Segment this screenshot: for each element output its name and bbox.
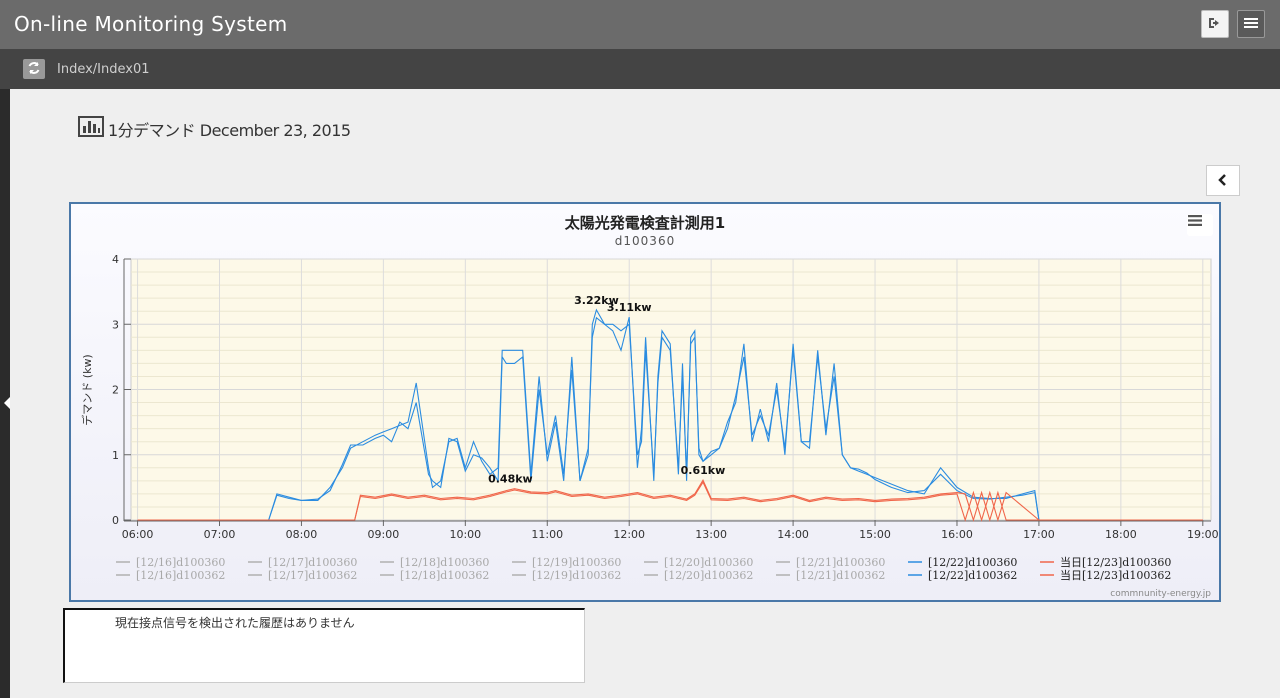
menu-button[interactable] bbox=[1237, 10, 1265, 38]
legend-item: 当日[12/23]d100360 bbox=[1060, 555, 1171, 569]
legend-item: [12/20]d100360 bbox=[664, 556, 753, 569]
legend-item: [12/18]d100360 bbox=[400, 556, 489, 569]
sidebar-rail[interactable] bbox=[0, 89, 10, 698]
legend-item: [12/20]d100362 bbox=[664, 569, 753, 582]
legend-item: [12/17]d100360 bbox=[268, 556, 357, 569]
x-tick-label: 17:00 bbox=[1023, 528, 1055, 541]
y-tick-label: 0 bbox=[112, 514, 119, 527]
x-tick-label: 12:00 bbox=[613, 528, 645, 541]
x-tick-label: 16:00 bbox=[941, 528, 973, 541]
refresh-button[interactable] bbox=[23, 59, 45, 79]
y-axis-label: デマンド (kw) bbox=[80, 354, 94, 425]
top-bar: On-line Monitoring System bbox=[0, 0, 1280, 49]
refresh-icon bbox=[27, 60, 41, 79]
y-tick-label: 3 bbox=[112, 318, 119, 331]
x-tick-label: 15:00 bbox=[859, 528, 891, 541]
data-label: 0.48kw bbox=[488, 473, 533, 486]
x-tick-label: 18:00 bbox=[1105, 528, 1137, 541]
legend-item: [12/21]d100362 bbox=[796, 569, 885, 582]
legend-item: [12/22]d100362 bbox=[928, 569, 1017, 582]
hamburger-icon bbox=[1243, 15, 1259, 34]
x-tick-label: 14:00 bbox=[777, 528, 809, 541]
legend-item: [12/16]d100362 bbox=[136, 569, 225, 582]
logout-button[interactable] bbox=[1201, 10, 1229, 38]
x-tick-label: 07:00 bbox=[204, 528, 236, 541]
chart-menu-button[interactable] bbox=[1187, 214, 1213, 236]
chart-title: 太陽光発電検査計測用1 bbox=[565, 214, 725, 232]
legend-item: [12/19]d100360 bbox=[532, 556, 621, 569]
legend-item: [12/18]d100362 bbox=[400, 569, 489, 582]
page-title: 1分デマンド December 23, 2015 bbox=[108, 121, 351, 140]
no-history-message: 現在接点信号を検出された履歴はありません bbox=[115, 616, 355, 630]
legend-item: [12/17]d100362 bbox=[268, 569, 357, 582]
sidebar-toggle-icon[interactable] bbox=[4, 397, 10, 409]
chevron-left-icon bbox=[1218, 171, 1228, 190]
y-tick-label: 1 bbox=[112, 449, 119, 462]
legend-item: [12/16]d100360 bbox=[136, 556, 225, 569]
collapse-button[interactable] bbox=[1206, 165, 1240, 196]
legend-item: [12/22]d100360 bbox=[928, 556, 1017, 569]
y-tick-label: 4 bbox=[112, 253, 119, 266]
x-tick-label: 19:00 bbox=[1187, 528, 1219, 541]
data-label: 0.61kw bbox=[681, 464, 726, 477]
legend-item: [12/19]d100362 bbox=[532, 569, 621, 582]
legend-item: 当日[12/23]d100362 bbox=[1060, 568, 1171, 582]
page-heading: 1分デマンド December 23, 2015 bbox=[78, 116, 351, 142]
x-tick-label: 11:00 bbox=[531, 528, 563, 541]
x-tick-label: 08:00 bbox=[286, 528, 318, 541]
breadcrumb-bar: Index/Index01 bbox=[0, 49, 1280, 89]
app-title: On-line Monitoring System bbox=[14, 12, 288, 36]
demand-chart: 06:00 07:00 08:00 09:00 10:00 11:00 12:00 13:00… bbox=[80, 214, 1219, 599]
bar-chart-icon bbox=[78, 116, 104, 142]
x-tick-label: 13:00 bbox=[695, 528, 727, 541]
x-tick-label: 06:00 bbox=[122, 528, 154, 541]
y-tick-label: 2 bbox=[112, 384, 119, 397]
x-tick-label: 09:00 bbox=[368, 528, 400, 541]
sign-out-icon bbox=[1207, 15, 1223, 34]
data-label: 3.11kw bbox=[607, 301, 652, 314]
legend-item: [12/21]d100360 bbox=[796, 556, 885, 569]
demand-chart-panel: 06:00 07:00 08:00 09:00 10:00 11:00 12:00 13:00… bbox=[69, 202, 1221, 602]
breadcrumb[interactable]: Index/Index01 bbox=[57, 62, 150, 77]
chart-credit: commnunity-energy.jp bbox=[1110, 589, 1211, 599]
chart-subtitle: d100360 bbox=[615, 234, 675, 248]
x-tick-label: 10:00 bbox=[449, 528, 481, 541]
contact-signal-history-box: 現在接点信号を検出された履歴はありません bbox=[63, 608, 585, 683]
